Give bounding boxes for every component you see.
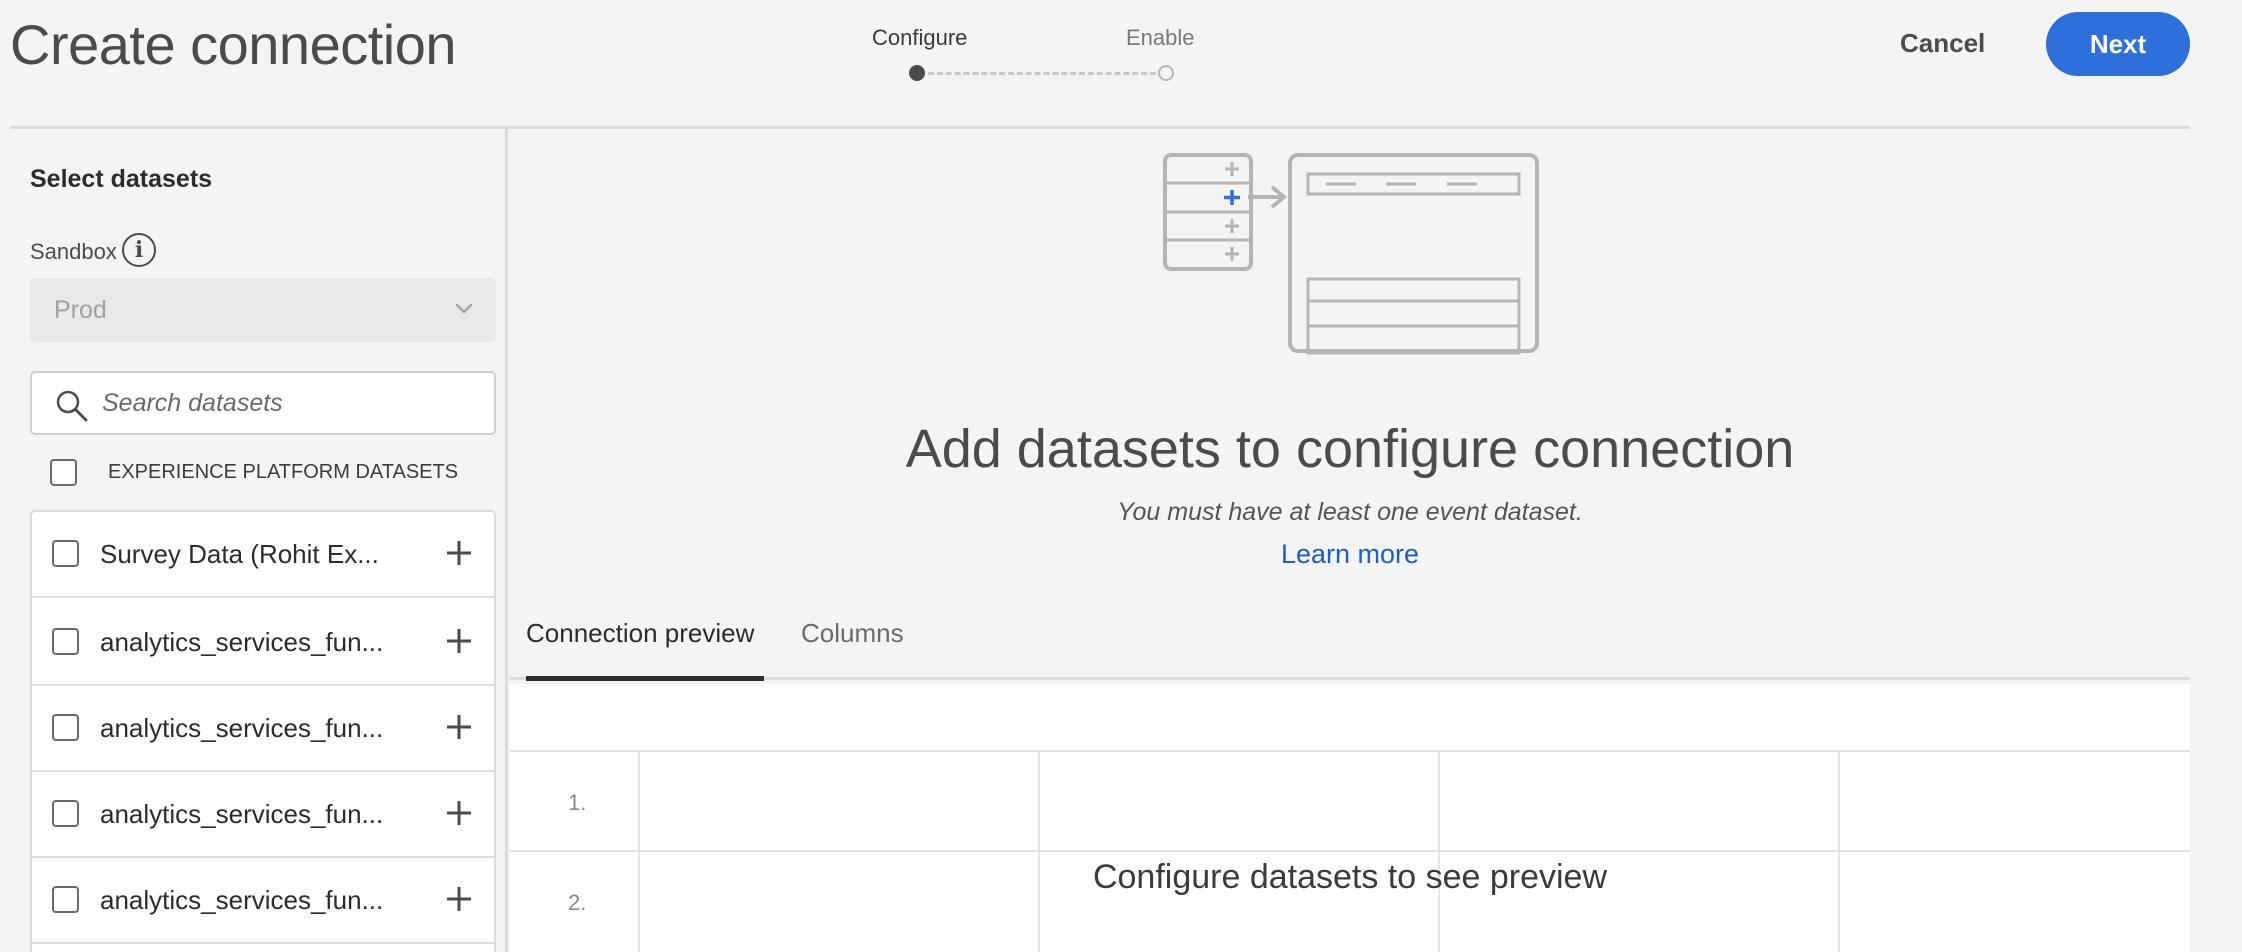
row-number: 1.	[568, 790, 587, 815]
info-icon[interactable]: i	[122, 233, 156, 267]
learn-more-link[interactable]: Learn more	[510, 539, 2190, 570]
dataset-list: Survey Data (Rohit Ex... analytics_servi…	[30, 510, 496, 952]
active-tab-indicator	[526, 676, 764, 681]
column-divider	[638, 752, 640, 852]
empty-state-subtext: You must have at least one event dataset…	[1117, 498, 1583, 526]
preview-tabs: Connection preview Columns	[510, 604, 2190, 681]
dataset-selection-panel: Select datasets Sandbox i Prod EXPERIENC…	[10, 129, 508, 952]
tab-connection-preview[interactable]: Connection preview	[526, 618, 754, 649]
column-divider	[1438, 752, 1440, 852]
dataset-checkbox[interactable]	[52, 714, 79, 741]
panel-title: Select datasets	[30, 165, 213, 193]
plus-icon[interactable]	[444, 884, 474, 914]
search-field[interactable]	[30, 371, 496, 435]
plus-icon[interactable]	[444, 538, 474, 568]
preview-placeholder-message: Configure datasets to see preview	[1092, 858, 1608, 896]
select-all-label: EXPERIENCE PLATFORM DATASETS	[108, 461, 459, 483]
dataset-checkbox[interactable]	[52, 800, 79, 827]
empty-state-heading: Add datasets to configure connection	[905, 419, 1795, 479]
plus-icon[interactable]	[444, 798, 474, 828]
select-all-checkbox[interactable]	[50, 459, 77, 486]
select-all-row: EXPERIENCE PLATFORM DATASETS	[50, 459, 458, 491]
dataset-checkbox[interactable]	[52, 886, 79, 913]
sandbox-dropdown[interactable]: Prod	[30, 278, 496, 342]
chevron-down-icon	[455, 303, 473, 314]
dataset-checkbox[interactable]	[52, 628, 79, 655]
sandbox-value: Prod	[54, 296, 107, 324]
dataset-name: analytics_services_fun...	[100, 627, 384, 657]
column-divider	[1038, 752, 1040, 852]
dataset-name: analytics_services_fun...	[100, 713, 384, 743]
list-item[interactable]: analytics_services_fun...	[32, 858, 494, 944]
plus-icon[interactable]	[444, 626, 474, 656]
table-row: 1.	[510, 750, 2190, 852]
list-item[interactable]: analytics_services_fun...	[32, 772, 494, 858]
search-icon	[56, 390, 88, 422]
list-item[interactable]: analytics_services_fun...	[32, 600, 494, 686]
page-title: Create connection	[10, 13, 457, 76]
list-item[interactable]: Survey Data (Rohit Ex...	[32, 512, 494, 598]
list-item[interactable]: analytics_services_fun...	[32, 686, 494, 772]
dataset-name: analytics_services_fun...	[100, 885, 384, 915]
column-divider	[1838, 752, 1840, 852]
dataset-checkbox[interactable]	[52, 540, 79, 567]
tab-columns[interactable]: Columns	[801, 618, 904, 649]
dataset-name: Survey Data (Rohit Ex...	[100, 539, 379, 569]
plus-icon[interactable]	[444, 712, 474, 742]
dataset-name: analytics_services_fun...	[100, 799, 384, 829]
preview-table: 1. 2. Configure datasets to see preview	[510, 684, 2190, 952]
sandbox-label: Sandbox	[30, 239, 117, 264]
search-input[interactable]	[102, 383, 482, 423]
